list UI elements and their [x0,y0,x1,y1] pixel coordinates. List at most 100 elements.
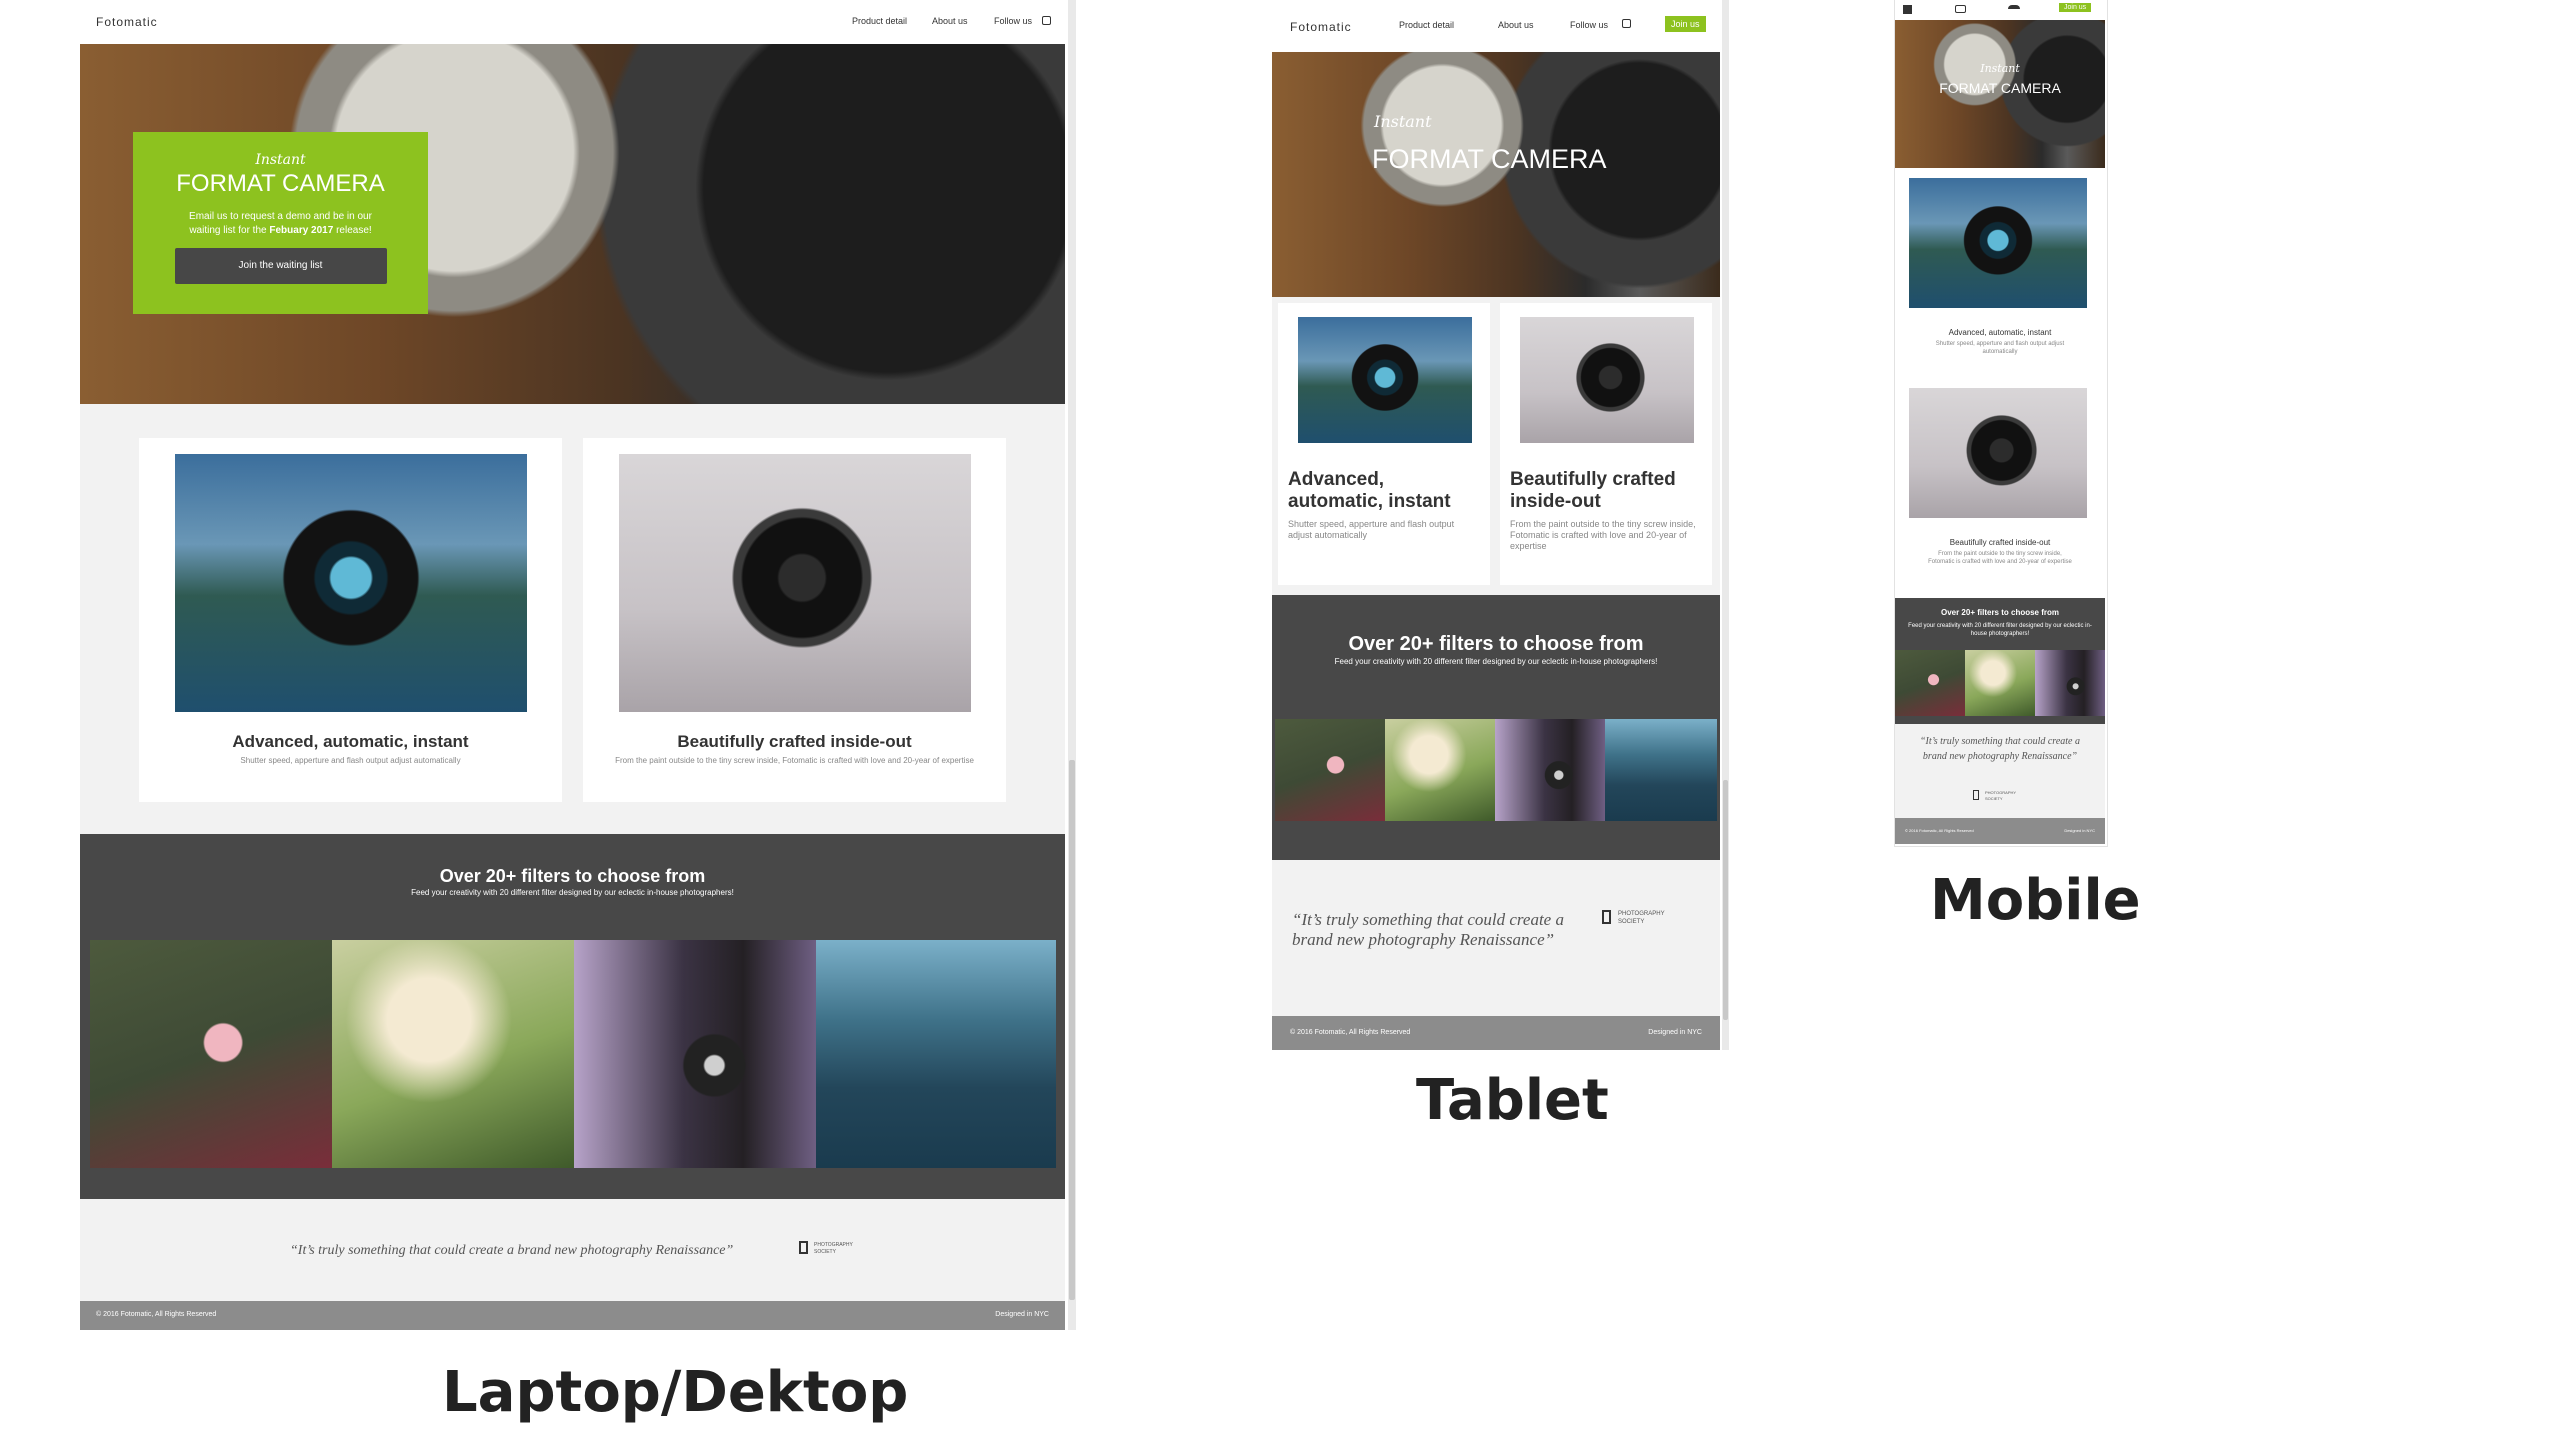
feature-image [1909,388,2087,518]
society-name: PHOTOGRAPHY SOCIETY [1985,790,2016,801]
feature-image [1909,178,2087,308]
hero-banner: Instant FORMAT CAMERA [1272,52,1720,297]
filters-title: Over 20+ filters to choose from [1348,633,1644,655]
feature-card: Beautifully crafted inside-out From the … [583,438,1006,802]
hero-banner: Instant FORMAT CAMERA Email us to reques… [80,44,1065,404]
footer-copyright: © 2016 Fotomatic, All Rights Reserved [1290,1029,1411,1036]
features-section: Advanced, automatic, instant Shutter spe… [1272,297,1720,595]
society-logo-icon [1973,790,1979,800]
nav-product-detail[interactable]: Product detail [1399,20,1454,30]
quote-text: “It’s truly something that could create … [1920,736,2080,762]
footer: © 2016 Fotomatic, All Rights Reserved De… [1272,1016,1720,1050]
filters-section: Over 20+ filters to choose from Feed you… [80,834,1065,1199]
feature-title: Advanced, automatic, instant [1948,328,2052,337]
feature-desc: Shutter speed, apperture and flash outpu… [240,756,461,765]
filter-photo [1605,719,1717,821]
quote-section: “It’s truly something that could create … [80,1199,1065,1301]
hero-banner: Instant FORMAT CAMERA [1895,20,2105,168]
people-icon[interactable] [2008,5,2020,13]
desktop-navbar: Fotomatic Product detail About us Follow… [80,0,1065,44]
filter-photo [1895,650,1965,716]
footer-designed: Designed in NYC [1648,1029,1702,1036]
footer-designed: Designed in NYC [995,1311,1049,1318]
feature-desc: Shutter speed, apperture and flash outpu… [1288,519,1455,540]
feature-title: Beautifully crafted inside-out [677,732,912,751]
tablet-navbar: Fotomatic Product detail About us Follow… [1272,0,1720,52]
hero-text: Email us to request a demo and be in our… [189,211,372,236]
feature-desc: Shutter speed, apperture and flash outpu… [1935,341,2065,355]
join-us-button[interactable]: Join us [2059,3,2092,12]
feature-desc: From the paint outside to the tiny screw… [615,756,974,765]
filters-section: Over 20+ filters to choose from Feed you… [1895,598,2105,724]
camera-icon[interactable] [1955,5,1966,13]
feature-card: Beautifully crafted inside-out From the … [1500,303,1712,585]
feature-title: Advanced, automatic, instant [1288,469,1451,512]
nav-follow-us[interactable]: Follow us [994,16,1032,26]
hero-kicker: Instant [255,152,306,168]
quote-text: “It’s truly something that could create … [1292,910,1564,949]
filter-photo [1385,719,1495,821]
society-logo-icon [1602,910,1611,924]
feature-card: Advanced, automatic, instant Shutter spe… [1895,168,2105,378]
brand-logo[interactable]: Fotomatic [1290,20,1352,34]
hero-card: Instant FORMAT CAMERA Email us to reques… [133,132,428,314]
caption-desktop: Laptop/Dektop [442,1360,909,1425]
features-section: Advanced, automatic, instant Shutter spe… [80,404,1065,834]
society-name: PHOTOGRAPHY SOCIETY [1618,911,1665,925]
footer-designed: Designed in NYC [2064,828,2095,833]
footer-copyright: © 2016 Fotomatic, All Rights Reserved [1905,828,1974,833]
nav-product-detail[interactable]: Product detail [852,16,907,26]
scrollbar-thumb[interactable] [1723,780,1728,1020]
hero-title: FORMAT CAMERA [1939,80,2061,96]
feature-card: Advanced, automatic, instant Shutter spe… [139,438,562,802]
hero-kicker: Instant [1374,112,1432,131]
filters-section: Over 20+ filters to choose from Feed you… [1272,595,1720,860]
mobile-navbar: Join us [1895,0,2105,20]
feature-title: Beautifully crafted inside-out [1949,538,2051,547]
facebook-icon[interactable] [1903,5,1912,14]
filter-photo [332,940,574,1168]
nav-about-us[interactable]: About us [932,16,968,26]
society-logo-icon [799,1241,808,1254]
filters-title: Over 20+ filters to choose from [439,866,706,886]
filters-title: Over 20+ filters to choose from [1940,608,2060,617]
filters-subtitle: Feed your creativity with 20 different f… [1334,657,1658,666]
filters-subtitle: Feed your creativity with 20 different f… [1908,623,2092,637]
filter-photo [574,940,816,1168]
tablet-mockup: Fotomatic Product detail About us Follow… [1272,0,1732,1050]
filter-photo [1965,650,2035,716]
brand-logo[interactable]: Fotomatic [96,15,158,29]
join-waiting-list-button[interactable]: Join the waiting list [174,248,387,284]
footer-copyright: © 2016 Fotomatic, All Rights Reserved [96,1311,217,1318]
filter-photo [1495,719,1605,821]
quote-text: “It’s truly something that could create … [290,1243,734,1258]
hero-title: FORMAT CAMERA [176,170,385,197]
desktop-scrollbar[interactable] [1068,0,1076,1330]
desktop-mockup: Fotomatic Product detail About us Follow… [80,0,1080,1330]
feature-desc: From the paint outside to the tiny screw… [1928,551,2072,565]
footer: © 2016 Fotomatic, All Rights Reserved De… [80,1301,1065,1330]
feature-image [619,454,971,712]
feature-card: Advanced, automatic, instant Shutter spe… [1278,303,1490,585]
feature-title: Beautifully crafted inside-out [1510,469,1676,512]
filter-photo [2035,650,2105,716]
scrollbar-thumb[interactable] [1069,760,1075,1300]
feature-desc: From the paint outside to the tiny screw… [1510,519,1696,551]
filters-subtitle: Feed your creativity with 20 different f… [411,888,734,897]
tablet-scrollbar[interactable] [1722,0,1729,1050]
footer: © 2016 Fotomatic, All Rights Reserved De… [1895,818,2105,844]
feature-image [1298,317,1472,443]
society-name: PHOTOGRAPHY SOCIETY [814,1242,853,1255]
nav-about-us[interactable]: About us [1498,20,1534,30]
feature-image [175,454,527,712]
feature-card: Beautifully crafted inside-out From the … [1895,378,2105,598]
join-us-button[interactable]: Join us [1665,16,1706,32]
nav-follow-us[interactable]: Follow us [1570,20,1608,30]
filter-photo [90,940,332,1168]
filter-photo [816,940,1056,1168]
quote-section: “It’s truly something that could create … [1272,860,1720,1016]
caption-mobile: Mobile [1930,868,2141,933]
feature-title: Advanced, automatic, instant [232,732,469,751]
instagram-icon[interactable] [1622,19,1631,28]
instagram-icon[interactable] [1042,16,1051,25]
